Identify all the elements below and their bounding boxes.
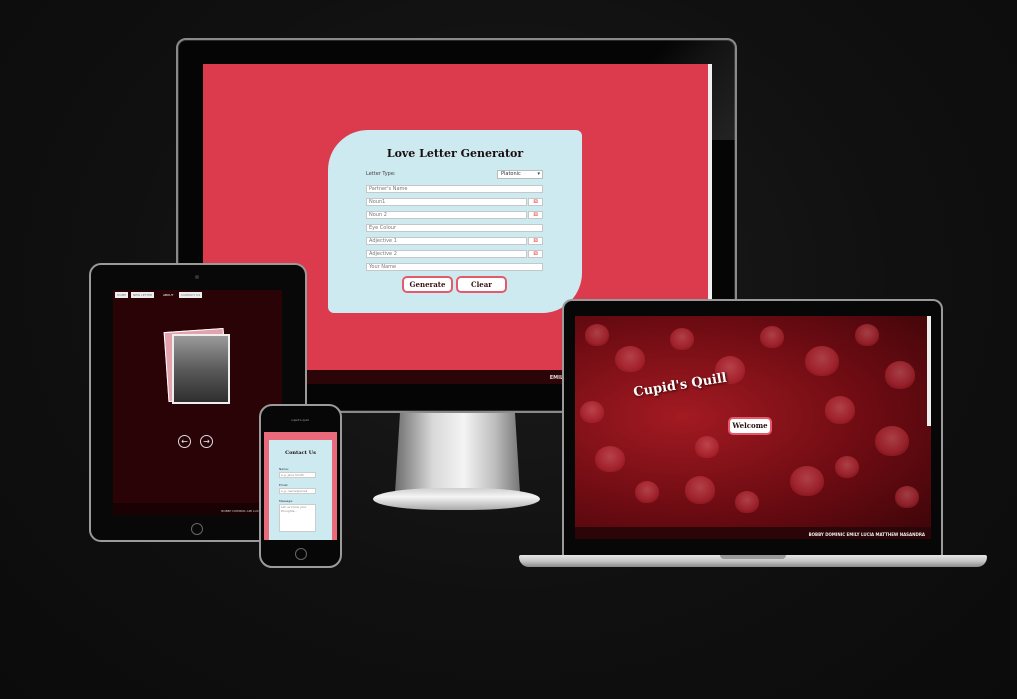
monitor-stand: [395, 413, 520, 493]
dice-icon[interactable]: ⚄: [528, 250, 543, 258]
tablet-screen: HOME NEW LETTER ABOUT CONTACT US ← → BOB…: [113, 290, 282, 515]
heart-icon: [670, 328, 694, 350]
clear-button[interactable]: Clear: [456, 276, 507, 293]
message-textarea[interactable]: Let us know your thoughts...: [279, 504, 316, 532]
arrow-right-icon[interactable]: →: [200, 435, 213, 448]
phone-screen: Contact Us Name: e.g. Jane Smith Email: …: [264, 432, 337, 540]
message-label: Message:: [279, 499, 294, 503]
love-letter-card: Love Letter Generator Letter Type: Plato…: [328, 130, 582, 313]
name-label: Name:: [279, 467, 289, 471]
heart-icon: [695, 436, 719, 458]
heart-icon: [895, 486, 919, 508]
dice-icon[interactable]: ⚄: [528, 237, 543, 245]
generate-button[interactable]: Generate: [402, 276, 453, 293]
dice-icon[interactable]: ⚄: [528, 198, 543, 206]
heart-icon: [885, 361, 915, 389]
chevron-down-icon: ▾: [537, 171, 540, 177]
letter-type-label: Letter Type:: [366, 171, 396, 177]
footer-credits: BOBBY DOMINIC EMILY LUCIA MATTHEW NASAND…: [808, 532, 925, 537]
heart-icon: [790, 466, 824, 496]
nav-home[interactable]: HOME: [115, 292, 129, 298]
partner-name-field[interactable]: Partner's Name: [366, 185, 543, 193]
footer: BOBBY DOMINIC EMILY LUCIA MATTHEW NASAND…: [575, 527, 931, 539]
contact-card: Contact Us Name: e.g. Jane Smith Email: …: [269, 440, 332, 540]
your-name-field[interactable]: Your Name: [366, 263, 543, 271]
home-button-icon: [191, 523, 203, 535]
home-button-icon: [295, 548, 307, 560]
monitor-stand-base: [373, 488, 540, 510]
adjective2-field[interactable]: Adjective 2: [366, 250, 527, 258]
email-input[interactable]: e.g. name@email: [279, 488, 316, 494]
arrow-left-icon[interactable]: ←: [178, 435, 191, 448]
photo: [172, 334, 230, 404]
camera-icon: [195, 275, 199, 279]
heart-icon: [635, 481, 659, 503]
heart-icon: [585, 324, 609, 346]
heart-icon: [580, 401, 604, 423]
heart-icon: [835, 456, 859, 478]
laptop-notch: [720, 555, 786, 559]
eye-colour-field[interactable]: Eye Colour: [366, 224, 543, 232]
dice-icon[interactable]: ⚄: [528, 211, 543, 219]
heart-icon: [685, 476, 715, 504]
footer: BOBBY DOMINIC AMI LUCIA MATTHEW: [113, 503, 282, 515]
name-input[interactable]: e.g. Jane Smith: [279, 472, 316, 478]
scrollbar[interactable]: [927, 316, 931, 426]
adjective1-field[interactable]: Adjective 1: [366, 237, 527, 245]
laptop-screen: Cupid's Quill Welcome BOBBY DOMINIC EMIL…: [575, 316, 931, 539]
heart-icon: [615, 346, 645, 372]
heart-icon: [855, 324, 879, 346]
letter-type-value: Platonic: [501, 171, 521, 177]
phone-header: cupid's quill: [291, 418, 309, 422]
heart-icon: [735, 491, 759, 513]
photo-gallery: [163, 327, 230, 404]
noun2-field[interactable]: Noun 2: [366, 211, 527, 219]
welcome-button[interactable]: Welcome: [728, 417, 772, 435]
card-title: Love Letter Generator: [386, 147, 524, 160]
contact-title: Contact Us: [285, 450, 316, 456]
site-title: Cupid's Quill: [632, 370, 728, 401]
nav-new-letter[interactable]: NEW LETTER: [131, 292, 155, 298]
nav-about[interactable]: ABOUT: [161, 292, 176, 298]
heart-icon: [595, 446, 625, 472]
nav-contact-us[interactable]: CONTACT US: [179, 292, 203, 298]
heart-icon: [760, 326, 784, 348]
heart-icon: [805, 346, 839, 376]
letter-type-select[interactable]: Platonic ▾: [497, 170, 543, 179]
noun1-field[interactable]: Noun1: [366, 198, 527, 206]
heart-icon: [825, 396, 855, 424]
heart-icon: [875, 426, 909, 456]
email-label: Email:: [279, 483, 289, 487]
